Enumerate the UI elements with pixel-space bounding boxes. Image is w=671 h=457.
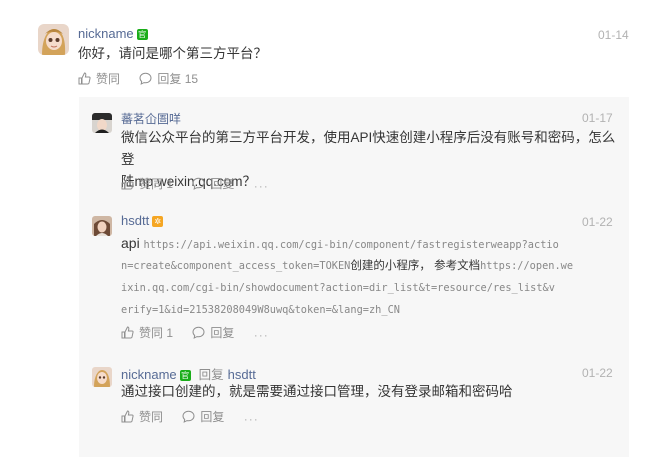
doc-link[interactable]: ixin.qq.com/cgi-bin/showdocument?action=… [121, 282, 555, 294]
nickname-text[interactable]: nickname [121, 367, 177, 382]
like-button[interactable]: 赞同 [78, 70, 120, 87]
official-badge-icon: 官 [179, 370, 191, 381]
like-label: 赞同 [139, 177, 164, 191]
comment-nickname[interactable]: nickname 官 [78, 26, 148, 41]
comment-date: 01-14 [598, 28, 629, 42]
like-count: 1 [166, 325, 174, 340]
reply-nickname[interactable]: hsdtt ✲ [121, 213, 164, 228]
like-label: 赞同 [96, 72, 121, 86]
gear-badge-icon: ✲ [152, 216, 164, 227]
reply-button[interactable]: 回复 15 [139, 70, 198, 87]
official-badge-icon: 官 [136, 29, 148, 40]
comment-icon [139, 72, 152, 85]
thumbs-up-icon [121, 410, 134, 423]
reply-text-segment: 创建的小程序， 参考文档 [350, 260, 481, 272]
doc-link[interactable]: erify=1&id=21538208049W8uwq&token=&lang=… [121, 304, 400, 316]
thumbs-up-icon [78, 72, 91, 85]
reply-button[interactable]: 回复 [192, 175, 234, 192]
comment-icon [192, 326, 205, 339]
reply-text: 通过接口创建的，就是需要通过接口管理，没有登录邮箱和密码哈 [121, 384, 513, 399]
reply-date: 01-22 [582, 366, 613, 380]
reply-actions: 赞同 1 回复 ··· [121, 324, 269, 342]
thumbs-up-icon [121, 177, 134, 190]
like-button[interactable]: 赞同 1 [121, 324, 173, 341]
reply-text-api: api [121, 235, 140, 251]
reply-text: api https://api.weixin.qq.com/cgi-bin/co… [121, 232, 616, 320]
comment-actions: 赞同 回复 15 [78, 70, 214, 88]
avatar[interactable] [92, 367, 112, 387]
like-label: 赞同 [139, 410, 164, 424]
reply-label: 回复 [157, 72, 182, 86]
more-icon[interactable]: ··· [244, 412, 259, 426]
reply-label: 回复 [210, 326, 235, 340]
reply-button[interactable]: 回复 [192, 324, 234, 341]
avatar[interactable] [92, 113, 112, 133]
reply-actions: 赞同 回复 ··· [121, 408, 259, 426]
more-icon[interactable]: ··· [254, 328, 269, 342]
reply-actions: 赞同 1 回复 ··· [121, 175, 269, 193]
reply-label: 回复 [200, 410, 225, 424]
reply-text-line: 微信公众平台的第三方平台开发，使用API快速创建小程序后没有账号和密码，怎么登 [121, 130, 616, 167]
doc-link[interactable]: https://open.we [480, 260, 573, 272]
nickname-text[interactable]: nickname [78, 26, 134, 41]
thumbs-up-icon [121, 326, 134, 339]
reply-to-nickname[interactable]: hsdtt [228, 367, 256, 382]
reply-date: 01-22 [582, 215, 613, 229]
avatar[interactable] [92, 216, 112, 236]
reply-label: 回复 [210, 177, 235, 191]
like-button[interactable]: 赞同 [121, 408, 163, 425]
nickname-text[interactable]: hsdtt [121, 213, 149, 228]
comment-icon [182, 410, 195, 423]
like-count: 1 [166, 176, 174, 191]
comment-text: 你好，请问是哪个第三方平台？ [78, 46, 267, 61]
doc-link[interactable]: https://api.weixin.qq.com/cgi-bin/compon… [143, 239, 558, 251]
doc-link[interactable]: n=create&component_access_token=TOKEN [121, 260, 350, 272]
like-label: 赞同 [139, 326, 164, 340]
more-icon[interactable]: ··· [254, 179, 269, 193]
like-button[interactable]: 赞同 1 [121, 175, 173, 192]
reply-date: 01-17 [582, 111, 613, 125]
reply-button[interactable]: 回复 [182, 408, 224, 425]
comment-icon [192, 177, 205, 190]
reply-count: 15 [184, 71, 199, 86]
reply-to-word: 回复 [198, 368, 224, 382]
reply-nickname[interactable]: 蕃茗仚圄咩 [121, 110, 181, 127]
avatar[interactable] [38, 24, 69, 55]
